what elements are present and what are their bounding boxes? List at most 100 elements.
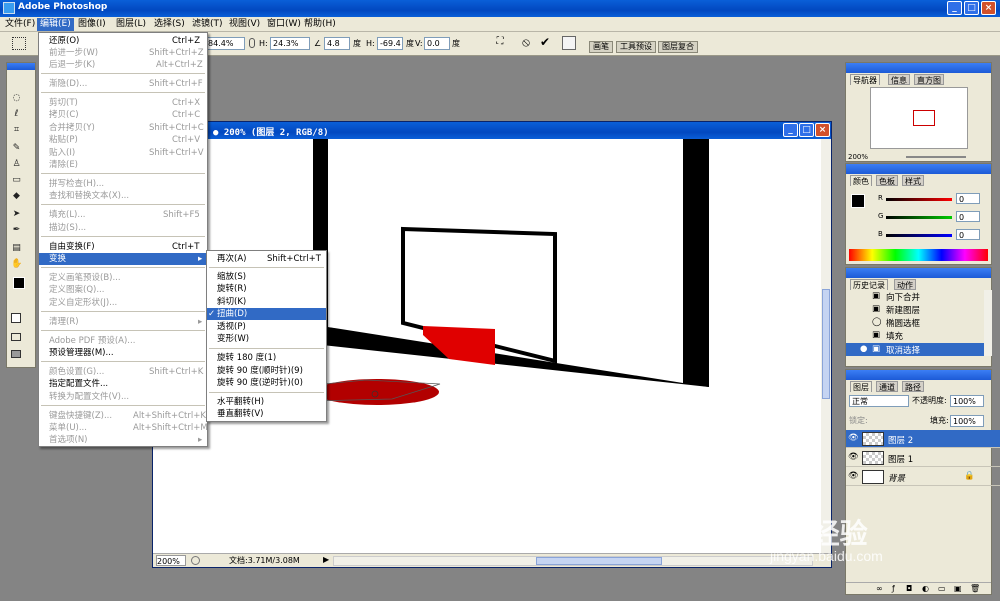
history-scrollbar[interactable] (984, 290, 992, 356)
tab-history[interactable]: 历史记录 (850, 279, 888, 290)
vskew-field[interactable]: 0.0 (424, 37, 450, 50)
crop-tool-icon[interactable]: ⌗ (11, 125, 22, 136)
link-icon[interactable] (249, 38, 255, 48)
new-layer-icon[interactable]: ▣ (954, 584, 962, 593)
menu-item-free-transform[interactable]: 自由变换(F) Ctrl+T (39, 241, 207, 253)
menu-item-paste[interactable]: 粘贴(P) Ctrl+V (39, 134, 207, 146)
layer-row[interactable]: 👁 图层 1 (846, 449, 1000, 467)
menu-item-convert-profile[interactable]: 转换为配置文件(V)... (39, 391, 207, 403)
maximize-button[interactable]: □ (964, 1, 979, 15)
tab-actions[interactable]: 动作 (894, 279, 916, 290)
submenu-item-perspective[interactable]: 透视(P) (207, 321, 326, 333)
menu-item-pdf-presets[interactable]: Adobe PDF 预设(A)... (39, 335, 207, 347)
visibility-eye-icon[interactable]: 👁 (848, 452, 859, 462)
adjustment-layer-icon[interactable]: ◐ (922, 584, 929, 593)
horizontal-scrollbar[interactable] (333, 556, 813, 566)
submenu-item-again[interactable]: 再次(A) Shift+Ctrl+T (207, 253, 326, 265)
menu-item-cut[interactable]: 剪切(T) Ctrl+X (39, 97, 207, 109)
submenu-item-rotate-90-cw[interactable]: 旋转 90 度(顺时针)(9) (207, 365, 326, 377)
close-button[interactable]: × (981, 1, 996, 15)
submenu-item-rotate-90-ccw[interactable]: 旋转 90 度(逆时针)(0) (207, 377, 326, 389)
menu-item-stroke[interactable]: 描边(S)... (39, 222, 207, 234)
history-item[interactable]: ◯ 椭圆选框 (846, 316, 984, 329)
menu-item-menus[interactable]: 菜单(U)... Alt+Shift+Ctrl+M (39, 422, 208, 434)
menu-item-keyboard-shortcuts[interactable]: 键盘快捷键(Z)... Alt+Shift+Ctrl+K (39, 410, 207, 422)
cancel-transform-icon[interactable]: ⦸ (519, 35, 533, 49)
blur-tool-icon[interactable]: ◆ (11, 191, 22, 202)
tab-navigator[interactable]: 导航器 (850, 74, 880, 85)
commit-transform-icon[interactable]: ✔ (538, 35, 552, 49)
menu-item-clear[interactable]: 清除(E) (39, 159, 207, 171)
green-slider[interactable] (886, 216, 952, 219)
history-item-current[interactable]: ● ▣ 取消选择 (846, 343, 984, 356)
menu-item-step-backward[interactable]: 后退一步(K) Alt+Ctrl+Z (39, 59, 207, 71)
status-arrow-icon[interactable]: ▶ (323, 555, 329, 564)
layer-mask-icon[interactable]: ◘ (906, 584, 912, 593)
blue-value[interactable]: 0 (956, 229, 980, 240)
menu-item-preferences[interactable]: 首选项(N) ▸ (39, 434, 207, 446)
menu-item-define-pattern[interactable]: 定义图案(Q)... (39, 284, 207, 296)
menu-image[interactable]: 图像(I) (75, 18, 109, 31)
history-item[interactable]: ▣ 填充 (846, 329, 984, 342)
tab-layers[interactable]: 图层 (850, 381, 872, 392)
menu-item-copy[interactable]: 拷贝(C) Ctrl+C (39, 109, 207, 121)
zoom-field[interactable]: 200% (156, 555, 186, 566)
red-value[interactable]: 0 (956, 193, 980, 204)
blend-mode-select[interactable]: 正常 (849, 395, 909, 407)
notes-tool-icon[interactable]: ▤ (11, 243, 22, 254)
history-item[interactable]: ▣ 新建图层 (846, 303, 984, 316)
tab-info[interactable]: 信息 (888, 74, 910, 85)
layer-row[interactable]: 👁 背景 🔒 (846, 468, 1000, 486)
navigator-thumbnail[interactable] (870, 87, 968, 149)
stamp-tool-icon[interactable]: ♙ (11, 159, 22, 170)
menu-item-fade[interactable]: 渐隐(D)... Shift+Ctrl+F (39, 78, 207, 90)
menu-item-step-forward[interactable]: 前进一步(W) Shift+Ctrl+Z (39, 47, 207, 59)
menu-item-purge[interactable]: 清理(R) ▸ (39, 316, 207, 328)
toggle-warp-icon[interactable]: ⛶ (493, 36, 507, 50)
trash-icon[interactable]: 🗑 (970, 584, 980, 593)
menu-item-copy-merged[interactable]: 合并拷贝(Y) Shift+Ctrl+C (39, 122, 207, 134)
imageready-icon[interactable] (11, 350, 21, 358)
new-group-icon[interactable]: ▭ (938, 584, 946, 593)
doc-maximize-button[interactable]: □ (799, 123, 814, 137)
pen-tool-icon[interactable]: ✒ (11, 225, 22, 236)
green-value[interactable]: 0 (956, 211, 980, 222)
menu-window[interactable]: 窗口(W) (264, 18, 304, 31)
menu-item-fill[interactable]: 填充(L)... Shift+F5 (39, 209, 207, 221)
vertical-scroll-thumb[interactable] (822, 289, 830, 399)
status-info-icon[interactable] (191, 556, 200, 565)
foreground-color-chip[interactable] (851, 194, 865, 208)
menu-item-check-spelling[interactable]: 拼写检查(H)... (39, 178, 207, 190)
navigator-zoom-slider[interactable] (906, 156, 966, 158)
menu-item-color-settings[interactable]: 颜色设置(G)... Shift+Ctrl+K (39, 366, 207, 378)
tab-layer-comps[interactable]: 图层复合 (658, 41, 698, 53)
layer-row[interactable]: 👁 图层 2 (846, 430, 1000, 448)
tab-tool-presets[interactable]: 工具预设 (616, 41, 656, 53)
fill-field[interactable]: 100% (950, 415, 984, 427)
menu-item-assign-profile[interactable]: 指定配置文件... (39, 378, 207, 390)
menu-item-transform[interactable]: 变换 ▸ (39, 253, 207, 265)
marquee-tool-icon[interactable]: ◌ (11, 93, 22, 104)
menu-view[interactable]: 视图(V) (226, 18, 263, 31)
vertical-scrollbar[interactable] (821, 139, 831, 553)
standard-mode-icon[interactable] (11, 313, 21, 323)
menu-layer[interactable]: 图层(L) (113, 18, 149, 31)
doc-close-button[interactable]: × (815, 123, 830, 137)
link-layers-icon[interactable]: ∞ (876, 584, 883, 593)
eraser-tool-icon[interactable]: ▭ (11, 175, 22, 186)
color-spectrum-bar[interactable] (849, 249, 988, 261)
tab-paths[interactable]: 路径 (902, 381, 924, 392)
lasso-tool-icon[interactable]: ℓ (11, 109, 22, 120)
submenu-item-rotate-180[interactable]: 旋转 180 度(1) (207, 352, 326, 364)
submenu-item-warp[interactable]: 变形(W) (207, 333, 326, 345)
menu-edit[interactable]: 编辑(E) (37, 18, 74, 31)
menu-item-find-replace[interactable]: 查找和替换文本(X)... (39, 190, 207, 202)
menu-item-preset-manager[interactable]: 预设管理器(M)... (39, 347, 207, 359)
hskew-field[interactable]: -69.4 (377, 37, 403, 50)
visibility-eye-icon[interactable]: 👁 (848, 471, 859, 481)
width-scale-field[interactable]: 84.4% (205, 37, 245, 50)
healing-tool-icon[interactable]: ✎ (11, 143, 22, 154)
rotate-angle-field[interactable]: 4.8 (324, 37, 350, 50)
tab-channels[interactable]: 通道 (876, 381, 898, 392)
menu-item-define-brush[interactable]: 定义画笔预设(B)... (39, 272, 207, 284)
